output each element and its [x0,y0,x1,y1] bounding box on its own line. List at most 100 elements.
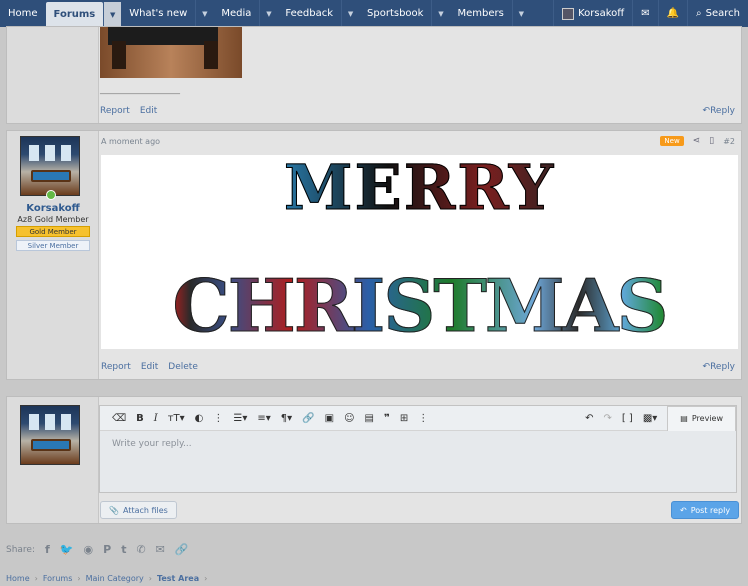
report-link[interactable]: Report [100,106,130,116]
nav-members[interactable]: Members [449,0,511,27]
post-1: ____________________ Report Edit ↶Reply [6,26,742,124]
post-2: Korsakoff Az8 Gold Member Gold Member Si… [6,130,742,380]
chevron-down-icon[interactable]: ▼ [341,0,359,27]
post-number[interactable]: #2 [723,137,735,146]
edit-link[interactable]: Edit [140,106,157,116]
username-link[interactable]: Korsakoff [7,203,99,214]
reply-icon: ↶ [680,505,687,515]
chevron-down-icon[interactable]: ▼ [431,0,449,27]
reply-user-column [7,397,99,523]
smiley-icon[interactable]: ☺ [344,413,354,424]
preview-icon: ▤ [680,414,688,423]
paragraph-icon[interactable]: ¶▾ [281,413,292,424]
reply-link[interactable]: ↶Reply [703,106,735,116]
chevron-down-icon[interactable]: ▼ [103,2,122,27]
whatsapp-icon[interactable]: ✆ [136,543,145,556]
nav-whats-new[interactable]: What's new [121,0,195,27]
delete-link[interactable]: Delete [168,362,198,372]
search-icon: ⌕ [696,8,702,19]
bell-icon: 🔔 [666,8,680,19]
reddit-icon[interactable]: ◉ [84,543,94,556]
nav-sportsbook[interactable]: Sportsbook [359,0,431,27]
palette-icon[interactable]: ◐ [195,413,204,424]
tumblr-icon[interactable]: t [121,543,126,556]
nav-feedback[interactable]: Feedback [277,0,341,27]
art-line-christmas: CHRISTMAS [101,263,738,349]
nav-media[interactable]: Media [213,0,259,27]
breadcrumb-forums[interactable]: Forums [43,574,73,583]
post-1-user-column [7,27,99,123]
breadcrumb: Home › Forums › Main Category › Test Area › [6,574,207,583]
envelope-icon: ✉ [641,8,650,19]
bookmark-icon[interactable]: ▯ [709,136,714,146]
post-reply-button[interactable]: ↶ Post reply [671,501,740,519]
image-icon[interactable]: ▣ [325,413,334,424]
chevron-right-icon: › [148,574,152,583]
email-icon[interactable]: ✉ [156,543,165,556]
avatar [562,7,575,20]
redo-icon[interactable]: ↷ [603,413,611,424]
pool-table-image[interactable] [100,27,242,78]
reply-textarea[interactable]: Write your reply... [100,431,736,493]
search-button[interactable]: ⌕ Search [687,0,748,27]
gold-member-badge: Gold Member [16,226,90,237]
chevron-right-icon: › [77,574,81,583]
signature-line: ____________________ [100,85,180,94]
top-navigation: Home Forums ▼ What's new ▼ Media ▼ Feedb… [0,0,748,27]
eraser-icon[interactable]: ⌫ [112,413,126,424]
bold-icon[interactable]: B [136,413,144,424]
more-options-icon[interactable]: ⋮ [418,413,428,424]
pinterest-icon[interactable]: P [103,543,111,556]
nav-forums[interactable]: Forums [45,2,104,27]
reply-icon: ↶ [702,106,711,116]
breadcrumb-main-category[interactable]: Main Category [86,574,144,583]
share-icon[interactable]: ⋖ [693,136,701,146]
media-icon[interactable]: ▤ [365,413,374,424]
breadcrumb-home[interactable]: Home [6,574,30,583]
user-title: Az8 Gold Member [17,215,89,224]
chevron-down-icon[interactable]: ▼ [511,0,530,27]
twitter-icon[interactable]: 🐦 [60,543,74,556]
art-line-merry: MERRY [101,155,738,225]
reply-icon: ↶ [702,362,711,372]
bbcode-toggle-icon[interactable]: [ ] [622,413,633,424]
breadcrumb-test-area[interactable]: Test Area [157,574,199,583]
avatar[interactable] [20,136,80,200]
undo-icon[interactable]: ↶ [585,413,593,424]
new-badge: New [660,136,684,146]
facebook-icon[interactable]: f [45,543,50,556]
chevron-right-icon: › [34,574,38,583]
post-1-actions: Report Edit [100,106,157,116]
post-time[interactable]: A moment ago [101,137,160,146]
drafts-icon[interactable]: ▩▾ [643,413,657,424]
attach-files-button[interactable]: 📎 Attach files [100,501,177,519]
post-2-header-tools: New ⋖ ▯ #2 [660,136,735,146]
font-size-icon[interactable]: тT▾ [168,413,185,424]
chevron-down-icon[interactable]: ▼ [195,0,213,27]
list-icon[interactable]: ☰▾ [233,413,247,424]
preview-button[interactable]: ▤ Preview [667,405,736,431]
report-link[interactable]: Report [101,362,131,372]
more-options-icon[interactable]: ⋮ [213,413,223,424]
quote-icon[interactable]: ❞ [384,413,390,424]
quick-reply: ⌫ B I тT▾ ◐ ⋮ ☰▾ ≡▾ ¶▾ 🔗 ▣ ☺ ▤ ❞ ⊞ ⋮ ↶ ↷… [6,396,742,524]
link-icon[interactable]: 🔗 [175,543,189,556]
alerts-button[interactable]: 🔔 [657,0,687,27]
chevron-down-icon[interactable]: ▼ [259,0,277,27]
reply-editor: ⌫ B I тT▾ ◐ ⋮ ☰▾ ≡▾ ¶▾ 🔗 ▣ ☺ ▤ ❞ ⊞ ⋮ ↶ ↷… [99,405,737,493]
reply-link[interactable]: ↶Reply [703,362,735,372]
messages-button[interactable]: ✉ [632,0,657,27]
italic-icon[interactable]: I [154,413,158,424]
editor-toolbar: ⌫ B I тT▾ ◐ ⋮ ☰▾ ≡▾ ¶▾ 🔗 ▣ ☺ ▤ ❞ ⊞ ⋮ ↶ ↷… [100,405,736,431]
post-2-user-column: Korsakoff Az8 Gold Member Gold Member Si… [7,131,99,379]
user-menu[interactable]: Korsakoff [553,0,632,27]
post-2-actions: Report Edit Delete [101,362,198,372]
table-icon[interactable]: ⊞ [400,413,408,424]
align-icon[interactable]: ≡▾ [257,413,270,424]
nav-home[interactable]: Home [0,0,46,27]
edit-link[interactable]: Edit [141,362,158,372]
chevron-right-icon: › [204,574,208,583]
link-icon[interactable]: 🔗 [302,413,314,424]
merry-christmas-image[interactable]: MERRY CHRISTMAS [101,155,738,349]
avatar [20,405,80,465]
